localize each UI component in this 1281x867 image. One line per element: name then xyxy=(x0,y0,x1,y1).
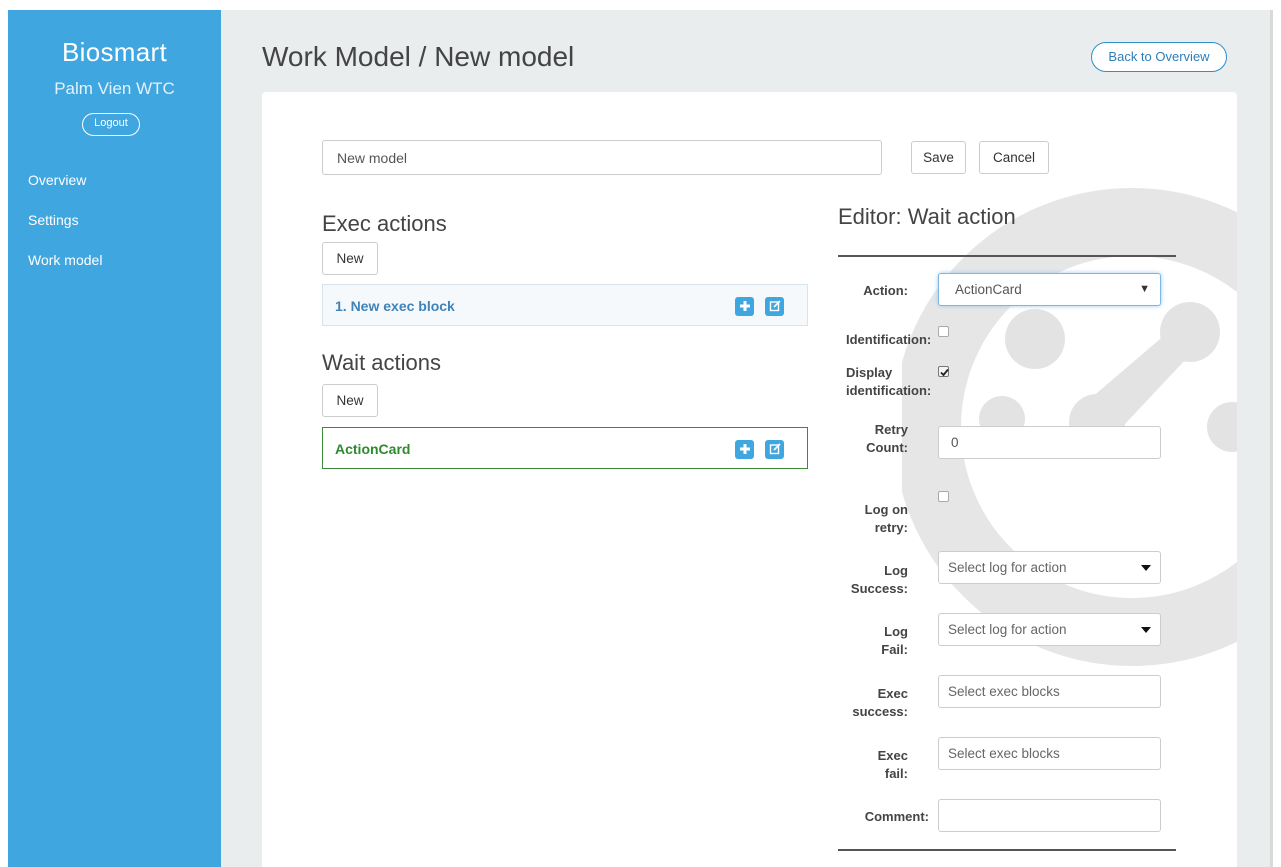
cancel-button[interactable]: Cancel xyxy=(979,141,1049,174)
editor-title: Editor: Wait action xyxy=(838,204,1016,229)
site-name: Palm Vien WTC xyxy=(54,79,175,98)
exec-success-input[interactable]: Select exec blocks xyxy=(938,675,1161,708)
save-button[interactable]: Save xyxy=(911,141,966,174)
sidebar-item-work-model[interactable]: Work model xyxy=(28,252,102,268)
exec-success-label-line1: Exec xyxy=(877,686,908,701)
sidebar-item-overview[interactable]: Overview xyxy=(28,172,86,188)
retry-count-label-line2: Count: xyxy=(866,440,908,455)
exec-block-label: 1. New exec block xyxy=(335,298,455,314)
page-title: Work Model / New model xyxy=(262,41,575,72)
model-name-input[interactable] xyxy=(322,140,882,175)
display-identification-checkbox[interactable] xyxy=(938,366,949,377)
wait-action-label: ActionCard xyxy=(335,441,411,457)
retry-count-input[interactable] xyxy=(938,426,1161,459)
work-model-card: Save Cancel Exec actions New 1. New exec… xyxy=(262,92,1237,867)
edit-icon[interactable] xyxy=(765,440,784,459)
edit-icon[interactable] xyxy=(765,297,784,316)
log-fail-select[interactable]: Select log for action xyxy=(938,613,1161,646)
logout-button[interactable]: Logout xyxy=(82,113,140,136)
editor-bottom-divider xyxy=(838,849,1176,851)
brand-title: Biosmart xyxy=(62,37,167,67)
log-on-retry-label-line1: Log on xyxy=(864,502,908,517)
exec-fail-placeholder: Select exec blocks xyxy=(948,746,1060,761)
caret-down-icon xyxy=(1141,565,1151,571)
exec-success-placeholder: Select exec blocks xyxy=(948,684,1060,699)
log-on-retry-label-line2: retry: xyxy=(874,520,908,535)
comment-input[interactable] xyxy=(938,799,1161,832)
log-success-select[interactable]: Select log for action xyxy=(938,551,1161,584)
new-exec-action-button[interactable]: New xyxy=(322,242,378,275)
wait-actions-title: Wait actions xyxy=(322,350,442,375)
app-frame: Biosmart Palm Vien WTC Logout Overview S… xyxy=(8,10,1273,867)
display-identification-label-line2: identification: xyxy=(846,383,932,398)
checkmark-icon xyxy=(940,368,949,377)
exec-success-label-line2: success: xyxy=(852,704,908,719)
back-to-overview-button[interactable]: Back to Overview xyxy=(1091,42,1227,72)
display-identification-label-line1: Display xyxy=(846,365,893,380)
chevron-down-icon: ▼ xyxy=(1139,283,1150,295)
action-select[interactable]: ActionCard ▼ xyxy=(938,273,1161,306)
comment-label: Comment: xyxy=(864,809,929,824)
retry-count-label-line1: Retry xyxy=(874,422,908,437)
exec-fail-label-line1: Exec xyxy=(877,748,908,763)
sidebar: Biosmart Palm Vien WTC Logout Overview S… xyxy=(8,10,221,867)
log-success-label-line1: Log xyxy=(884,563,908,578)
editor-top-divider xyxy=(838,255,1176,257)
exec-fail-label-line2: fail: xyxy=(884,766,908,781)
identification-label: Identification: xyxy=(846,332,932,347)
sidebar-item-settings[interactable]: Settings xyxy=(28,212,79,228)
log-fail-placeholder: Select log for action xyxy=(948,622,1067,637)
plus-icon[interactable] xyxy=(735,440,754,459)
new-wait-action-button[interactable]: New xyxy=(322,384,378,417)
plus-icon[interactable] xyxy=(735,297,754,316)
exec-actions-title: Exec actions xyxy=(322,211,447,236)
log-fail-label-line2: Fail: xyxy=(881,642,908,657)
list-item[interactable]: 1. New exec block xyxy=(322,284,808,326)
list-item[interactable]: ActionCard xyxy=(322,427,808,469)
log-success-label-line2: Success: xyxy=(850,581,908,596)
log-fail-label-line1: Log xyxy=(884,624,908,639)
action-select-value: ActionCard xyxy=(955,282,1022,297)
action-label: Action: xyxy=(863,283,908,298)
log-success-placeholder: Select log for action xyxy=(948,560,1067,575)
identification-checkbox[interactable] xyxy=(938,326,949,337)
exec-fail-input[interactable]: Select exec blocks xyxy=(938,737,1161,770)
page-scrollbar[interactable] xyxy=(1270,10,1273,867)
caret-down-icon xyxy=(1141,627,1151,633)
log-on-retry-checkbox[interactable] xyxy=(938,491,949,502)
